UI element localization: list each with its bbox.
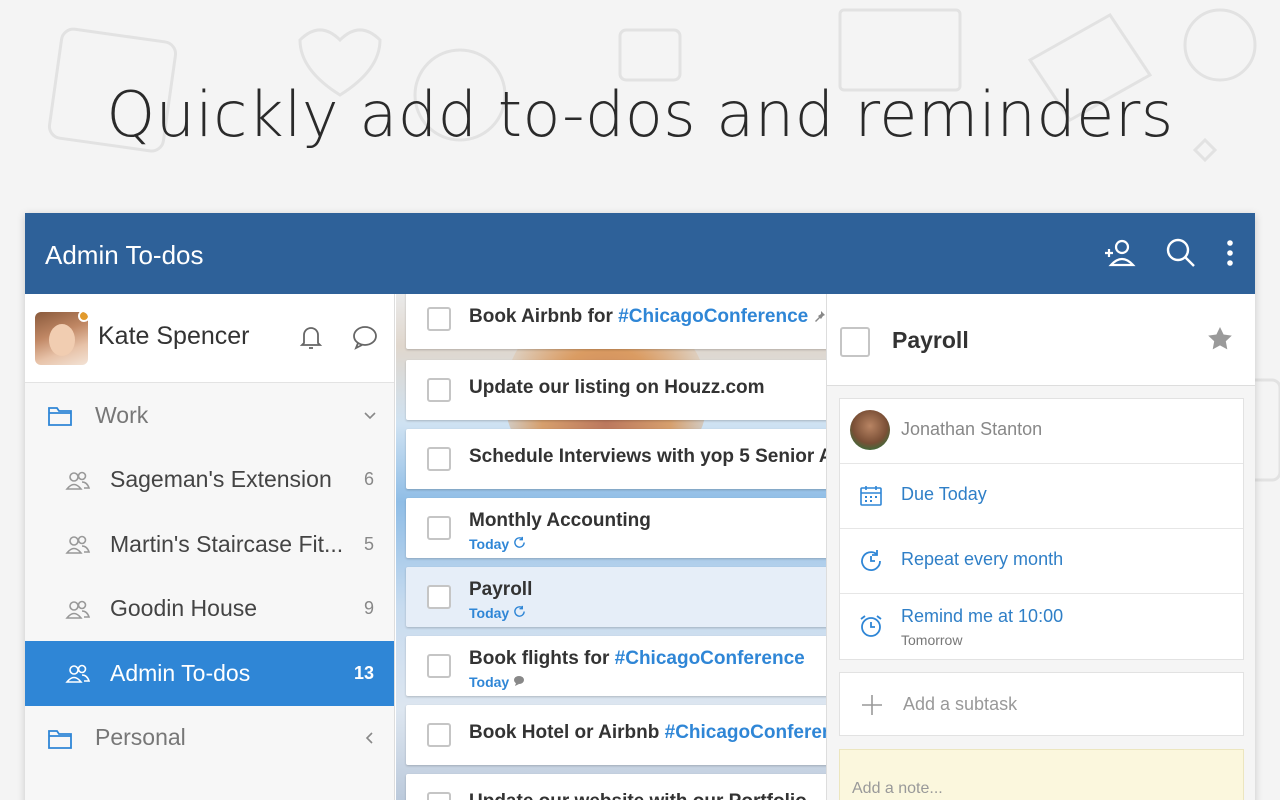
shared-list-icon — [65, 598, 91, 622]
task-title: Book flights for — [469, 648, 615, 669]
task-checkbox[interactable] — [427, 654, 451, 678]
sidebar-item-sagemans-extension[interactable]: Sageman's Extension 6 — [25, 448, 394, 513]
task-hashtag[interactable]: #ChicagoConference — [618, 306, 808, 327]
chat-icon[interactable] — [350, 322, 380, 352]
sidebar-item-martins-staircase[interactable]: Martin's Staircase Fit... 5 — [25, 512, 394, 577]
headline: Quickly add to-dos and reminders — [106, 78, 1174, 151]
add-subtask-placeholder: Add a subtask — [903, 694, 1018, 714]
task-title: Update our website with our Portfolio — [469, 791, 807, 800]
assignee-row[interactable]: Jonathan Stanton — [840, 399, 1243, 464]
task-checkbox[interactable] — [427, 585, 451, 609]
sidebar-item-label: Sageman's Extension — [110, 466, 332, 493]
sidebar-item-count: 5 — [363, 533, 374, 554]
list-title: Admin To-dos — [45, 240, 204, 270]
chevron-down-icon[interactable] — [362, 407, 378, 423]
task-title: Schedule Interviews with yop 5 Senior Ac… — [469, 446, 826, 467]
task-due: Today — [469, 674, 510, 690]
task-hashtag[interactable]: #ChicagoConference — [665, 722, 826, 743]
chevron-left-icon[interactable] — [362, 730, 378, 746]
task-detail-panel: Payroll Jonathan Stanton Due Today Repea… — [826, 294, 1255, 800]
folder-icon — [47, 404, 73, 428]
sidebar-item-count: 9 — [363, 598, 374, 619]
due-date-row[interactable]: Due Today — [840, 464, 1243, 529]
reminder-row[interactable]: Remind me at 10:00 Tomorrow — [840, 594, 1243, 659]
bell-icon[interactable] — [296, 322, 326, 352]
task-item[interactable]: Book Hotel or Airbnb #ChicagoConference — [406, 705, 826, 765]
sidebar-item-count: 13 — [353, 662, 374, 683]
repeat-icon — [513, 536, 526, 552]
sidebar-item-count: 6 — [363, 469, 374, 490]
pin-icon — [814, 306, 826, 327]
top-actions — [1101, 235, 1235, 271]
repeat-icon — [513, 605, 526, 621]
sidebar: Kate Spencer Work Sageman's Extension 6 … — [25, 294, 395, 800]
star-icon[interactable] — [1205, 324, 1235, 354]
sidebar-folder-personal[interactable]: Personal — [25, 706, 394, 771]
folder-icon — [47, 727, 73, 751]
repeat-row[interactable]: Repeat every month — [840, 529, 1243, 594]
note-field[interactable]: Add a note... — [839, 749, 1244, 800]
sidebar-folder-label: Work — [95, 401, 149, 428]
task-due: Today — [469, 536, 510, 552]
task-checkbox[interactable] — [427, 447, 451, 471]
task-title: Book Airbnb for — [469, 306, 619, 327]
task-checkbox[interactable] — [427, 307, 451, 331]
task-checkbox[interactable] — [427, 378, 451, 402]
sidebar-item-label: Goodin House — [110, 595, 258, 622]
assignee-avatar — [850, 410, 890, 450]
alarm-clock-icon — [858, 613, 884, 639]
profile-header[interactable]: Kate Spencer — [25, 294, 394, 383]
reminder-label: Remind me at 10:00 — [901, 606, 1064, 626]
task-item[interactable]: Schedule Interviews with yop 5 Senior Ac… — [406, 429, 826, 489]
task-title: Update our listing on Houzz.com — [469, 377, 765, 398]
repeat-icon — [858, 548, 884, 574]
sidebar-folder-label: Personal — [95, 724, 186, 751]
shared-list-icon — [65, 533, 91, 557]
shared-list-icon — [65, 662, 91, 686]
task-item[interactable]: Book Airbnb for #ChicagoConference — [406, 294, 826, 349]
reminder-sublabel: Tomorrow — [901, 632, 963, 648]
note-placeholder: Add a note... — [852, 780, 943, 797]
add-subtask-field[interactable]: Add a subtask — [839, 672, 1244, 736]
task-item-selected[interactable]: Payroll Today — [406, 567, 826, 627]
due-date-label: Due Today — [901, 484, 987, 504]
task-title: Book Hotel or Airbnb — [469, 722, 665, 743]
more-menu-icon[interactable] — [1225, 235, 1235, 271]
detail-checkbox[interactable] — [840, 327, 870, 357]
task-hashtag[interactable]: #ChicagoConference — [615, 648, 805, 669]
comment-icon — [513, 674, 525, 690]
task-item[interactable]: Update our listing on Houzz.com — [406, 360, 826, 420]
task-title: Monthly Accounting — [469, 510, 651, 531]
detail-title[interactable]: Payroll — [892, 327, 969, 354]
task-list: Book Airbnb for #ChicagoConference Updat… — [396, 294, 826, 800]
calendar-icon — [858, 483, 884, 509]
assignee-name: Jonathan Stanton — [901, 419, 1043, 439]
pro-badge — [78, 312, 88, 322]
plus-icon — [860, 693, 884, 717]
detail-header: Payroll — [827, 294, 1255, 386]
sidebar-item-label: Martin's Staircase Fit... — [110, 530, 344, 557]
sidebar-folder-work[interactable]: Work — [25, 383, 394, 448]
app-window: Admin To-dos Kate Spencer Work Sageman's… — [25, 213, 1255, 800]
sidebar-item-goodin-house[interactable]: Goodin House 9 — [25, 577, 394, 642]
detail-meta-card: Jonathan Stanton Due Today Repeat every … — [839, 398, 1244, 660]
search-icon[interactable] — [1163, 235, 1199, 271]
task-due: Today — [469, 605, 510, 621]
task-item[interactable]: Book flights for #ChicagoConference Toda… — [406, 636, 826, 696]
avatar[interactable] — [35, 312, 88, 365]
task-title: Payroll — [469, 579, 533, 600]
profile-name: Kate Spencer — [98, 322, 250, 350]
sidebar-item-admin-todos[interactable]: Admin To-dos 13 — [25, 641, 394, 706]
task-item[interactable]: Monthly Accounting Today — [406, 498, 826, 558]
task-item[interactable]: Update our website with our Portfolio — [406, 774, 826, 800]
add-member-icon[interactable] — [1101, 235, 1137, 271]
task-checkbox[interactable] — [427, 723, 451, 747]
top-bar: Admin To-dos — [25, 213, 1255, 294]
task-checkbox[interactable] — [427, 516, 451, 540]
sidebar-item-label: Admin To-dos — [110, 659, 251, 686]
shared-list-icon — [65, 469, 91, 493]
task-checkbox[interactable] — [427, 792, 451, 800]
repeat-label: Repeat every month — [901, 549, 1064, 569]
